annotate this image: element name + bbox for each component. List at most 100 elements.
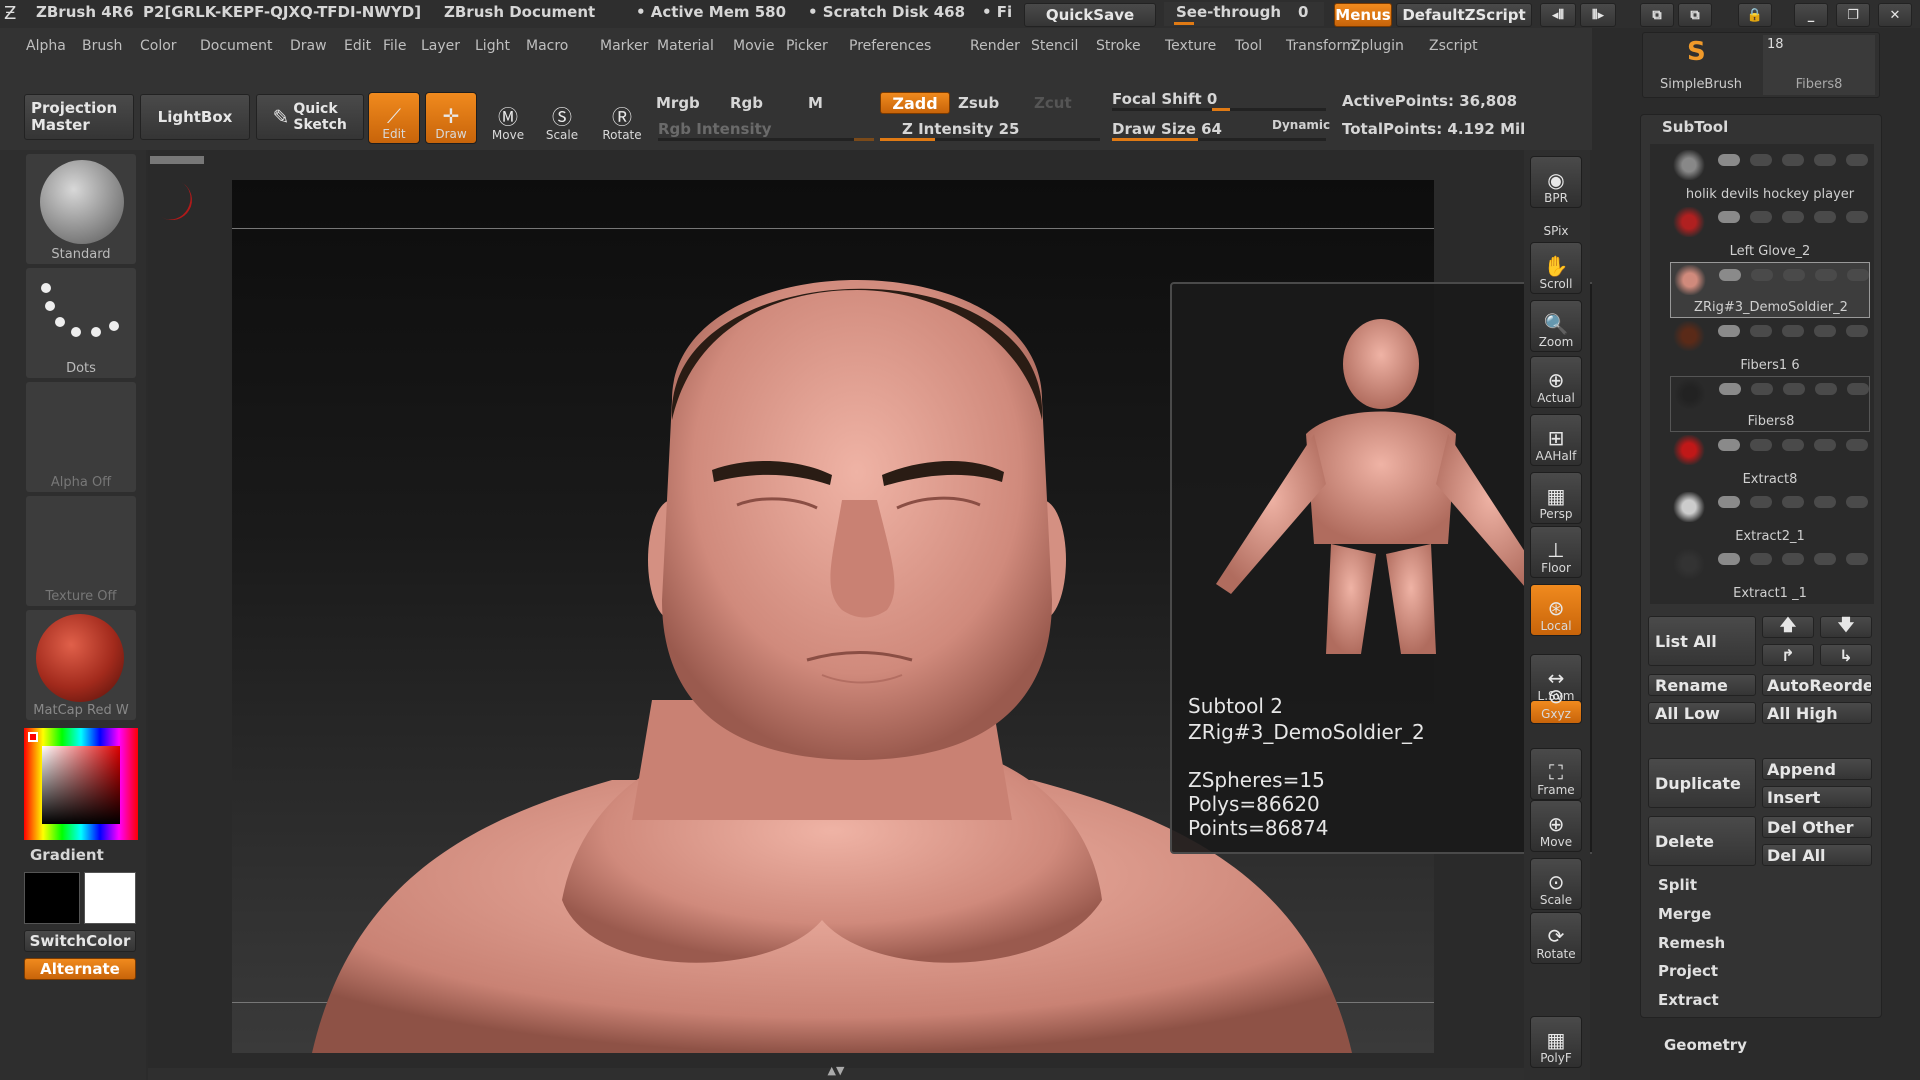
alpha-selector[interactable]: Alpha Off: [26, 382, 136, 492]
menu-material[interactable]: Material: [657, 38, 714, 54]
viewport-scroll-arrows-icon[interactable]: ▲▼: [818, 1064, 854, 1078]
rename-button[interactable]: Rename: [1648, 674, 1756, 696]
menu-stroke[interactable]: Stroke: [1096, 38, 1141, 54]
brush-icon[interactable]: [1814, 325, 1836, 337]
alternate-button[interactable]: Alternate: [24, 958, 136, 980]
list-all-button[interactable]: List All: [1648, 616, 1756, 666]
arrow-down-button[interactable]: 🡇: [1820, 615, 1872, 638]
del-all-button[interactable]: Del All: [1762, 844, 1872, 866]
extract-subpalette[interactable]: Extract: [1650, 991, 1880, 1009]
zcut-button[interactable]: Zcut: [1034, 94, 1072, 112]
merge-subpalette[interactable]: Merge: [1650, 905, 1880, 923]
secondary-color-swatch[interactable]: [84, 872, 136, 924]
menu-marker[interactable]: Marker: [600, 38, 648, 54]
polypaint-toggle[interactable]: [1750, 553, 1772, 565]
menu-color[interactable]: Color: [140, 38, 177, 54]
gradient-label[interactable]: Gradient: [30, 846, 104, 864]
subtool-item[interactable]: ZRig#3_DemoSoldier_2: [1670, 262, 1870, 318]
visibility-toggle[interactable]: [1718, 553, 1740, 565]
brush-selector[interactable]: Standard: [26, 154, 136, 264]
menu-light[interactable]: Light: [475, 38, 510, 54]
move-button[interactable]: Ⓜ Move: [482, 92, 534, 144]
main-color-swatch[interactable]: [24, 872, 80, 924]
z-intensity-slider[interactable]: Z Intensity 25: [902, 120, 1020, 138]
edit-button[interactable]: ⟋ Edit: [368, 92, 420, 144]
rotate-button[interactable]: Ⓡ Rotate: [596, 92, 648, 144]
fibers-tool[interactable]: 18 Fibers8: [1763, 35, 1875, 95]
dynamesh-toggle[interactable]: [1782, 496, 1804, 508]
arrow-turn-up-button[interactable]: ↱: [1762, 644, 1814, 666]
remesh-subpalette[interactable]: Remesh: [1650, 934, 1880, 952]
menu-alpha[interactable]: Alpha: [26, 38, 66, 54]
polypaint-toggle[interactable]: [1751, 383, 1773, 395]
eye-icon[interactable]: [1846, 439, 1868, 451]
append-button[interactable]: Append: [1762, 758, 1872, 780]
eye-icon[interactable]: [1847, 383, 1869, 395]
zoom-button[interactable]: 🔍 Zoom: [1530, 300, 1582, 352]
lightbox-button[interactable]: LightBox: [140, 94, 250, 140]
close-icon[interactable]: ✕: [1878, 3, 1912, 27]
switchcolor-button[interactable]: SwitchColor: [24, 930, 136, 952]
eye-icon[interactable]: [1846, 553, 1868, 565]
subtool-item[interactable]: Fibers1 6: [1670, 319, 1870, 375]
color-picker-square[interactable]: [42, 746, 120, 824]
polypaint-toggle[interactable]: [1750, 439, 1772, 451]
menu-layer[interactable]: Layer: [421, 38, 460, 54]
rotate-button[interactable]: ⟳ Rotate: [1530, 912, 1582, 964]
delete-button[interactable]: Delete: [1648, 816, 1756, 866]
subtool-item[interactable]: Extract8: [1670, 433, 1870, 489]
color-picker[interactable]: [24, 728, 138, 840]
project-subpalette[interactable]: Project: [1650, 962, 1880, 980]
restore-icon[interactable]: ❐: [1836, 3, 1870, 27]
polypaint-toggle[interactable]: [1750, 325, 1772, 337]
subtool-item[interactable]: Fibers8: [1670, 376, 1870, 432]
menu-preferences[interactable]: Preferences: [849, 38, 931, 54]
all-low-button[interactable]: All Low: [1648, 702, 1756, 724]
split-subpalette[interactable]: Split: [1650, 876, 1880, 894]
quick-sketch-button[interactable]: ✎ Quick Sketch: [256, 94, 364, 140]
subtool-item[interactable]: Extract1 _1: [1670, 547, 1870, 603]
eye-icon[interactable]: [1846, 325, 1868, 337]
projection-master-button[interactable]: Projection Master: [24, 94, 134, 140]
polyf-button[interactable]: ▦ PolyF: [1530, 1016, 1582, 1068]
visibility-toggle[interactable]: [1719, 269, 1741, 281]
polypaint-toggle[interactable]: [1751, 269, 1773, 281]
m-button[interactable]: M: [808, 94, 823, 112]
scale-button[interactable]: ⊙ Scale: [1530, 858, 1582, 910]
brush-icon[interactable]: [1814, 211, 1836, 223]
texture-selector[interactable]: Texture Off: [26, 496, 136, 606]
duplicate-button[interactable]: Duplicate: [1648, 758, 1756, 808]
menu-zplugin[interactable]: Zplugin: [1351, 38, 1404, 54]
visibility-toggle[interactable]: [1718, 439, 1740, 451]
mrgb-button[interactable]: Mrgb: [656, 94, 700, 112]
menu-draw[interactable]: Draw: [290, 38, 327, 54]
del-other-button[interactable]: Del Other: [1762, 816, 1872, 838]
visibility-toggle[interactable]: [1719, 383, 1741, 395]
polypaint-toggle[interactable]: [1750, 211, 1772, 223]
visibility-toggle[interactable]: [1718, 154, 1740, 166]
menu-picker[interactable]: Picker: [786, 38, 828, 54]
panel-right-icon[interactable]: ⦀▸: [1580, 3, 1616, 27]
arrow-up-button[interactable]: 🡅: [1762, 615, 1814, 638]
panel-left-icon[interactable]: ◂⦀: [1540, 3, 1576, 27]
layout-alt-icon[interactable]: ⧉: [1678, 3, 1712, 27]
stroke-selector[interactable]: Dots: [26, 268, 136, 378]
move-button[interactable]: ⊕ Move: [1530, 800, 1582, 852]
menu-zscript[interactable]: Zscript: [1429, 38, 1478, 54]
layout-icon[interactable]: ⧉: [1640, 3, 1674, 27]
subtool-item[interactable]: Extract2_1: [1670, 490, 1870, 546]
eye-icon[interactable]: [1846, 496, 1868, 508]
menu-transform[interactable]: Transform: [1286, 38, 1356, 54]
subtool-item[interactable]: Left Glove_2: [1670, 205, 1870, 261]
zsub-button[interactable]: Zsub: [958, 94, 999, 112]
bpr-button[interactable]: ◉ BPR: [1530, 156, 1582, 208]
dynamesh-toggle[interactable]: [1782, 553, 1804, 565]
subtool-header[interactable]: SubTool: [1662, 118, 1728, 136]
menu-file[interactable]: File: [383, 38, 406, 54]
gxyz-button[interactable]: ⊚ Gxyz: [1530, 685, 1582, 724]
arrow-turn-down-button[interactable]: ↳: [1820, 644, 1872, 666]
visibility-toggle[interactable]: [1718, 496, 1740, 508]
lock-icon[interactable]: 🔒: [1738, 3, 1772, 27]
menu-texture[interactable]: Texture: [1165, 38, 1216, 54]
dynamesh-toggle[interactable]: [1782, 211, 1804, 223]
